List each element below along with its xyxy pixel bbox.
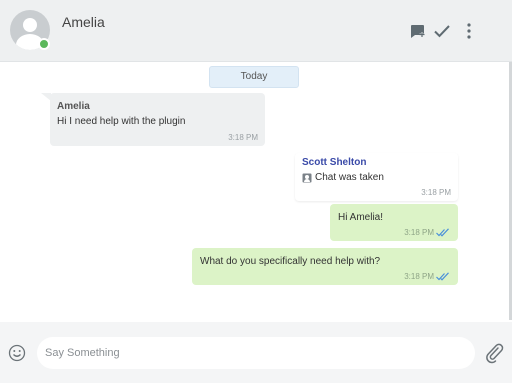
message-time: 3:18 PM: [404, 272, 434, 281]
outgoing-message: What do you specifically need help with?…: [192, 248, 458, 285]
system-message: Scott Shelton Chat was taken 3:18 PM: [295, 153, 458, 201]
read-receipt-icon: [436, 272, 449, 281]
system-message-text: Chat was taken: [315, 172, 384, 183]
message-input[interactable]: [37, 337, 475, 369]
message-time: 3:18 PM: [421, 188, 451, 197]
message-list[interactable]: Today Amelia Hi I need help with the plu…: [0, 62, 512, 322]
message-text: What do you specifically need help with?: [200, 256, 381, 267]
emoji-icon[interactable]: [8, 344, 26, 362]
contact-name: Amelia: [62, 14, 105, 30]
outgoing-message: Hi Amelia! 3:18 PM: [330, 204, 458, 241]
agent-icon: [302, 173, 312, 182]
agent-name: Scott Shelton: [302, 157, 367, 168]
message-time: 3:18 PM: [404, 228, 434, 237]
incoming-message: Amelia Hi I need help with the plugin 3:…: [50, 93, 265, 146]
new-chat-icon[interactable]: [409, 22, 427, 40]
chat-header: Amelia: [0, 0, 512, 62]
avatar-head-shape: [23, 18, 37, 32]
date-separator: Today: [209, 66, 299, 88]
message-time: 3:18 PM: [228, 133, 258, 142]
more-vertical-icon[interactable]: [460, 22, 478, 40]
message-text: Hi Amelia!: [338, 212, 384, 223]
message-text: Hi I need help with the plugin: [57, 116, 186, 127]
message-sender: Amelia: [57, 101, 90, 112]
read-receipt-icon: [436, 228, 449, 237]
online-status-indicator: [38, 38, 50, 50]
checkmark-icon[interactable]: [433, 22, 451, 40]
paperclip-icon[interactable]: [484, 342, 504, 364]
